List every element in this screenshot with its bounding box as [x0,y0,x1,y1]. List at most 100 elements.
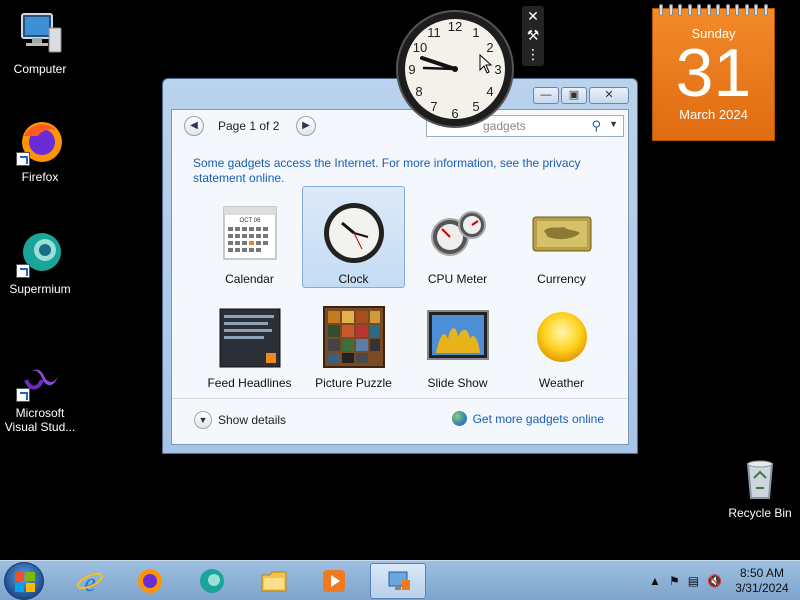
page-label: Page 1 of 2 [218,119,280,133]
taskbar-firefox[interactable] [122,563,178,599]
gadgets-panel: ◀ Page 1 of 2 ▶ gadgets ⚲ ▼ Some gadgets… [171,109,629,445]
show-hidden-icons-icon[interactable]: ▲ [649,574,661,588]
windows-logo-icon [15,572,35,592]
gadget-tile-clock[interactable]: Clock [302,186,405,288]
calendar-thumbnail-icon: OCT 06 [218,201,282,265]
feed-headlines-thumbnail-icon [218,305,282,369]
chevron-down-icon[interactable]: ▼ [609,119,618,129]
svg-text:3: 3 [494,62,501,77]
recycle-bin-icon [736,454,784,502]
gadget-tile-cpu-meter[interactable]: CPU Meter [406,192,509,294]
taskbar-gadgets[interactable] [370,563,426,599]
cpu-meter-thumbnail-icon [426,201,490,265]
gadget-label: Weather [538,376,585,390]
get-more-gadgets-link[interactable]: Get more gadgets online [451,411,604,426]
svg-text:5: 5 [472,99,479,114]
gadget-tile-picture-puzzle[interactable]: Picture Puzzle [302,296,405,398]
start-button[interactable] [4,562,44,600]
gadget-label: Slide Show [427,376,488,390]
firefox-icon [16,118,64,166]
supermium-icon [200,569,224,593]
weather-sun-icon [530,305,594,369]
media-player-icon [323,570,345,592]
volume-muted-icon[interactable]: 🔇 [707,574,722,588]
calendar-month: March 2024 [679,107,748,122]
internet-explorer-icon: e [77,568,103,595]
desktop-icon-firefox[interactable]: Firefox [0,118,80,184]
desktop-icon-supermium[interactable]: Supermium [0,230,80,296]
desktop-icon-visual-studio[interactable]: Microsoft Visual Stud... [0,354,80,434]
gadget-label: Currency [537,272,586,286]
supermium-icon [16,230,64,278]
next-page-button[interactable]: ▶ [296,116,316,136]
desktop-icon-recycle-bin[interactable]: Recycle Bin [720,454,800,520]
gadgets-icon [388,571,410,590]
close-gadget-icon[interactable]: ✕ [524,7,542,25]
computer-icon [16,10,64,58]
gadget-tile-calendar[interactable]: OCT 06 Calendar [198,192,301,294]
chevron-down-icon: ▼ [194,411,212,429]
svg-text:7: 7 [430,99,437,114]
calendar-gadget[interactable]: Sunday 31 March 2024 [652,4,775,141]
gadget-label: Picture Puzzle [315,376,392,390]
shortcut-arrow-icon [16,388,30,402]
picture-puzzle-thumbnail-icon [322,305,386,369]
get-more-gadgets-label: Get more gadgets online [472,411,604,426]
taskbar-internet-explorer[interactable]: e [62,563,118,599]
network-icon[interactable]: ▤ [688,574,699,588]
visual-studio-icon [16,354,64,402]
gadget-tile-feed-headlines[interactable]: Feed Headlines [198,296,301,398]
svg-text:11: 11 [427,25,441,40]
taskbar: e ▲ ⚑ ▤ 🔇 8:50 AM 3/31/2024 [0,560,800,600]
svg-text:9: 9 [408,62,415,77]
gadget-toolbar: ✕ ⚒ ⋮ [522,6,544,66]
desktop-icon-label: Recycle Bin [728,506,792,520]
calendar-date: 31 [675,35,752,111]
maximize-button[interactable]: ▣ [561,87,587,104]
calendar-thumb-month: OCT 06 [239,218,261,224]
svg-text:4: 4 [486,84,493,99]
gadget-label: CPU Meter [427,272,488,286]
taskbar-clock[interactable]: 8:50 AM 3/31/2024 [730,566,794,596]
calendar-rings [659,4,768,16]
drag-handle-icon[interactable]: ⋮ [524,45,542,63]
svg-text:2: 2 [486,40,493,55]
svg-text:e: e [84,568,96,595]
gadget-label: Feed Headlines [207,376,292,390]
show-details-label: Show details [218,413,287,427]
gadget-label: Clock [338,272,369,286]
mouse-cursor-icon [479,54,493,74]
wrench-icon[interactable]: ⚒ [524,26,542,44]
search-icon[interactable]: ⚲ [591,118,601,134]
slide-show-thumbnail-icon [426,305,490,369]
globe-icon [451,411,467,426]
gadgets-footer: ▼ Show details Get more gadgets online [172,398,628,444]
desktop-icon-label: Microsoft Visual Stud... [4,406,76,434]
previous-page-button[interactable]: ◀ [184,116,204,136]
shortcut-arrow-icon [16,264,30,278]
internet-info-link[interactable]: Some gadgets access the Internet. For mo… [193,156,613,186]
window-controls: — ▣ ✕ [531,87,629,104]
taskbar-media-player[interactable] [306,563,362,599]
gadgets-window: — ▣ ✕ ◀ Page 1 of 2 ▶ gadgets ⚲ ▼ Some g… [162,78,638,454]
desktop-icon-label: Firefox [21,170,59,184]
folder-icon [261,571,287,592]
gadget-label: Calendar [225,272,274,286]
taskbar-supermium[interactable] [184,563,240,599]
svg-text:8: 8 [415,84,422,99]
desktop-icon-computer[interactable]: Computer [0,10,80,76]
taskbar-file-explorer[interactable] [246,563,302,599]
minimize-button[interactable]: — [533,87,559,104]
svg-text:1: 1 [472,25,479,40]
clock-gadget[interactable]: 12 1 2 3 4 5 6 7 8 9 10 11 [394,8,516,130]
svg-text:10: 10 [413,40,427,55]
gadget-tile-weather[interactable]: Weather [510,296,613,398]
taskbar-time: 8:50 AM [739,566,785,580]
action-center-flag-icon[interactable]: ⚑ [669,574,680,588]
desktop-icon-label: Computer [13,62,67,76]
close-button[interactable]: ✕ [589,87,629,104]
gadget-tile-currency[interactable]: Currency [510,192,613,294]
gadget-tile-slide-show[interactable]: Slide Show [406,296,509,398]
clock-thumbnail-icon [322,201,386,265]
show-details-button[interactable]: ▼ Show details [194,411,286,429]
